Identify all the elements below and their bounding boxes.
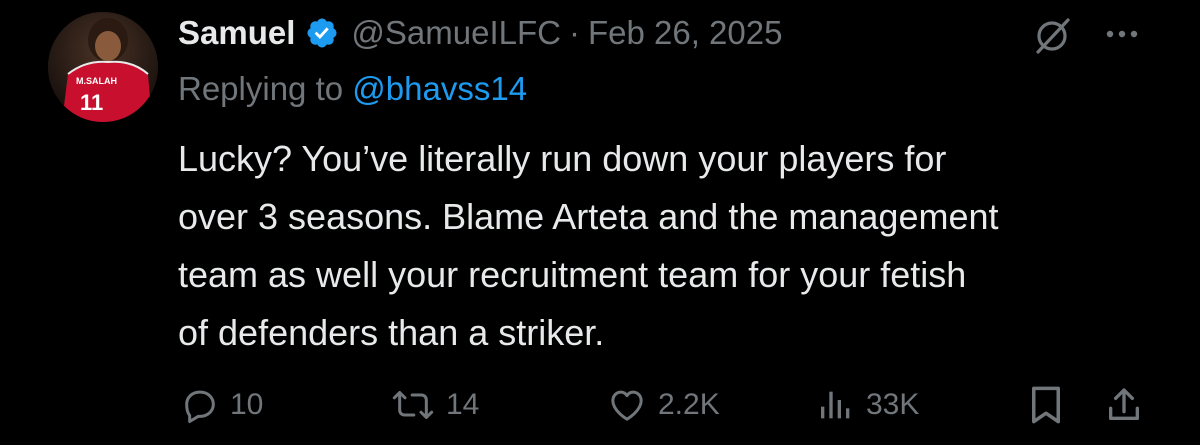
replying-to: Replying to @bhavss14 <box>178 70 527 108</box>
tweet-date[interactable]: Feb 26, 2025 <box>588 14 783 52</box>
verified-badge-icon <box>307 18 337 48</box>
repost-count: 14 <box>446 388 480 421</box>
separator-dot: · <box>568 14 580 51</box>
author-name[interactable]: Samuel <box>178 14 295 52</box>
replying-mention[interactable]: @bhavss14 <box>352 70 527 107</box>
grok-icon[interactable] <box>1030 14 1074 58</box>
tweet-header: Samuel @SamueILFC · Feb 26, 2025 <box>178 8 782 58</box>
tweet-text-line: Lucky? You’ve literally run down your pl… <box>178 138 947 179</box>
replying-prefix: Replying to <box>178 70 344 107</box>
views-count: 33K <box>866 388 920 421</box>
heart-icon <box>611 390 643 421</box>
bookmark-icon <box>1032 386 1060 424</box>
like-button[interactable]: 2.2K <box>606 380 720 430</box>
jersey-number: 11 <box>80 90 103 115</box>
tweet-text-line: over 3 seasons. Blame Arteta and the man… <box>178 196 999 237</box>
like-count: 2.2K <box>658 388 720 421</box>
repost-icon <box>392 391 434 419</box>
avatar-image: M.SALAH 11 <box>48 12 158 122</box>
views-button[interactable]: 33K <box>816 380 919 430</box>
jersey-name: M.SALAH <box>76 76 117 86</box>
views-icon <box>821 391 850 419</box>
reply-count: 10 <box>230 388 264 421</box>
avatar[interactable]: M.SALAH 11 <box>48 12 158 122</box>
tweet-text-line: team as well your recruitment team for y… <box>178 254 967 295</box>
action-bar: 10 14 2.2K 33K <box>0 380 1200 430</box>
repost-button[interactable]: 14 <box>390 380 479 430</box>
tweet-body: Lucky? You’ve literally run down your pl… <box>178 130 1168 362</box>
author-handle[interactable]: @SamueILFC <box>351 14 561 52</box>
reply-icon <box>185 390 215 423</box>
reply-button[interactable]: 10 <box>180 380 263 430</box>
tweet-text-line: of defenders than a striker. <box>178 312 605 353</box>
share-icon <box>1109 388 1139 420</box>
bookmark-button[interactable] <box>1028 380 1064 430</box>
share-button[interactable] <box>1104 380 1144 430</box>
more-icon[interactable] <box>1102 22 1142 46</box>
